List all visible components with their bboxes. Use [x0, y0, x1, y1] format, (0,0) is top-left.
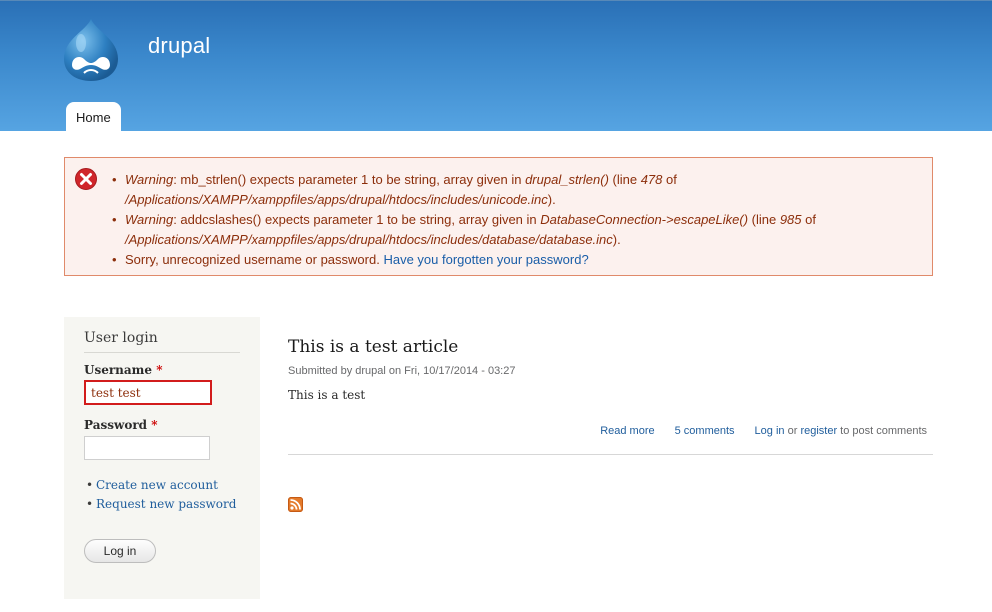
username-input[interactable]: [84, 380, 212, 405]
or-text: or: [784, 425, 801, 437]
line-number: 478: [640, 172, 663, 187]
login-button[interactable]: Log in: [84, 539, 156, 563]
warning-label: Warning: [125, 172, 174, 187]
required-marker: *: [156, 363, 163, 377]
password-label: Password *: [84, 418, 158, 432]
message-item: Warning: mb_strlen() expects parameter 1…: [112, 170, 915, 210]
tab-home[interactable]: Home: [66, 102, 121, 132]
message-text: (line: [608, 172, 641, 187]
message-text: of: [662, 172, 677, 187]
forgot-password-link[interactable]: Have you forgotten your password?: [383, 252, 588, 267]
password-input[interactable]: [84, 436, 210, 460]
login-links: Create new account Request new password: [86, 476, 236, 514]
function-name: DatabaseConnection->escapeLike(): [540, 212, 749, 227]
rss-feed-icon[interactable]: [288, 497, 303, 512]
required-marker: *: [151, 418, 158, 432]
list-item: Create new account: [86, 476, 236, 495]
site-header: drupal Home: [0, 0, 992, 132]
article-links: Read more 5 comments Log in or register to…: [600, 425, 927, 437]
submitted-info: Submitted by drupal on Fri, 10/17/2014 -…: [288, 365, 516, 377]
message-text: of: [801, 212, 816, 227]
message-text: (line: [748, 212, 780, 227]
message-list: Warning: mb_strlen() expects parameter 1…: [112, 170, 915, 270]
divider: [288, 454, 933, 455]
block-title: User login: [84, 330, 240, 353]
list-item: Request new password: [86, 495, 236, 514]
file-path: /Applications/XAMPP/xamppfiles/apps/drup…: [125, 232, 613, 247]
register-link[interactable]: register: [800, 425, 837, 437]
request-password-link[interactable]: Request new password: [96, 497, 236, 511]
message-item: Warning: addcslashes() expects parameter…: [112, 210, 915, 250]
main-menu: Home: [66, 102, 121, 132]
file-path: /Applications/XAMPP/xamppfiles/apps/drup…: [125, 192, 548, 207]
create-account-link[interactable]: Create new account: [96, 478, 218, 492]
function-name: drupal_strlen(): [525, 172, 609, 187]
message-text: Sorry, unrecognized username or password…: [125, 252, 384, 267]
user-login-block: User login Username * Password * Create …: [64, 317, 260, 599]
read-more-link[interactable]: Read more: [600, 425, 654, 437]
article-title[interactable]: This is a test article: [288, 336, 933, 358]
comments-link[interactable]: 5 comments: [675, 425, 735, 437]
message-text: : mb_strlen() expects parameter 1 to be …: [173, 172, 526, 187]
site-name[interactable]: drupal: [148, 33, 210, 59]
main-content: This is a test article Submitted by drup…: [288, 336, 933, 512]
article-body: This is a test: [288, 388, 366, 402]
drupal-logo-icon[interactable]: [62, 17, 120, 83]
line-number: 985: [779, 212, 802, 227]
username-label-text: Username: [84, 363, 153, 377]
username-label: Username *: [84, 363, 162, 377]
message-text: : addcslashes() expects parameter 1 to b…: [173, 212, 541, 227]
post-comments-text: to post comments: [837, 425, 927, 437]
error-icon: [75, 168, 97, 190]
message-text: ).: [612, 232, 621, 247]
error-messages: Warning: mb_strlen() expects parameter 1…: [64, 157, 933, 276]
message-item: Sorry, unrecognized username or password…: [112, 250, 915, 270]
message-text: ).: [547, 192, 556, 207]
warning-label: Warning: [125, 212, 174, 227]
password-label-text: Password: [84, 418, 148, 432]
login-link[interactable]: Log in: [755, 425, 785, 437]
